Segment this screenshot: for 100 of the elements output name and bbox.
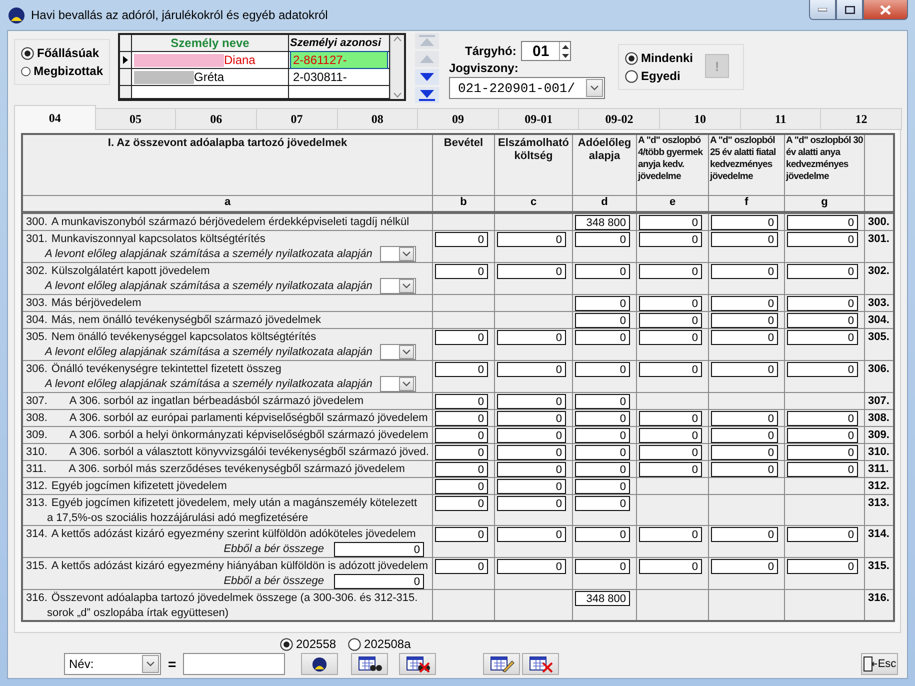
minimize-button[interactable] xyxy=(809,0,836,20)
amount-field[interactable]: 0 xyxy=(639,330,702,345)
last-record-icon-button[interactable] xyxy=(415,87,439,103)
tab[interactable]: 11 xyxy=(740,108,822,130)
next-record-icon-button[interactable] xyxy=(415,69,439,85)
close-button[interactable] xyxy=(863,0,908,20)
amount-field[interactable]: 0 xyxy=(711,296,778,311)
amount-field[interactable]: 0 xyxy=(639,313,702,328)
amount-field[interactable]: 0 xyxy=(639,264,702,279)
person-row[interactable]: Diana xyxy=(132,52,289,69)
amount-field[interactable]: 0 xyxy=(497,527,566,542)
amount-field[interactable]: 0 xyxy=(787,215,858,230)
amount-field[interactable]: 0 xyxy=(787,232,858,247)
tab[interactable]: 06 xyxy=(175,108,257,130)
amount-field[interactable]: 0 xyxy=(639,527,702,542)
clear-find-button[interactable] xyxy=(399,653,436,675)
amount-field[interactable]: 348 800 xyxy=(575,591,630,606)
amount-field[interactable]: 0 xyxy=(639,411,702,426)
amount-field[interactable]: 0 xyxy=(497,496,566,511)
amount-field[interactable]: 0 xyxy=(435,330,488,345)
amount-field[interactable]: 0 xyxy=(435,559,488,574)
amount-field[interactable]: 0 xyxy=(711,559,778,574)
amount-field[interactable]: 0 xyxy=(497,479,566,494)
field-dropdown[interactable]: Név: xyxy=(64,653,161,675)
amount-field[interactable]: 0 xyxy=(711,462,778,477)
amount-field[interactable]: 0 xyxy=(711,264,778,279)
amount-field[interactable]: 0 xyxy=(334,542,424,557)
amount-field[interactable]: 0 xyxy=(711,232,778,247)
amount-field[interactable]: 0 xyxy=(575,330,630,345)
tab[interactable]: 10 xyxy=(659,108,741,130)
radio-button[interactable] xyxy=(625,52,638,64)
amount-field[interactable]: 0 xyxy=(639,428,702,443)
amount-field[interactable]: 0 xyxy=(435,496,488,511)
period-spinner[interactable]: 01 xyxy=(521,41,572,61)
amount-field[interactable]: 0 xyxy=(711,445,778,460)
amount-field[interactable]: 0 xyxy=(497,394,566,409)
amount-field[interactable]: 0 xyxy=(787,462,858,477)
amount-field[interactable]: 0 xyxy=(787,330,858,345)
amount-field[interactable]: 0 xyxy=(575,232,630,247)
radio-button[interactable] xyxy=(280,638,293,650)
amount-field[interactable]: 0 xyxy=(575,479,630,494)
amount-field[interactable]: 0 xyxy=(711,313,778,328)
amount-field[interactable]: 0 xyxy=(435,264,488,279)
amount-field[interactable]: 0 xyxy=(711,527,778,542)
search-field[interactable] xyxy=(183,653,286,675)
amount-field[interactable]: 0 xyxy=(497,411,566,426)
amount-field[interactable]: 0 xyxy=(787,527,858,542)
scrollbar[interactable] xyxy=(390,35,404,99)
relation-dropdown[interactable]: 021-220901-001/ xyxy=(449,77,605,99)
exit-button[interactable]: Esc xyxy=(861,653,898,675)
amount-field[interactable]: 0 xyxy=(435,445,488,460)
amount-field[interactable]: 0 xyxy=(639,232,702,247)
amount-field[interactable]: 0 xyxy=(435,527,488,542)
tab[interactable]: 04 xyxy=(14,105,96,130)
amount-field[interactable]: 0 xyxy=(575,313,630,328)
amount-field[interactable]: 0 xyxy=(787,362,858,377)
delete-button[interactable] xyxy=(522,653,560,675)
amount-field[interactable]: 0 xyxy=(711,330,778,345)
tab[interactable]: 08 xyxy=(336,108,418,130)
radio-button[interactable] xyxy=(21,64,31,78)
amount-field[interactable]: 0 xyxy=(497,559,566,574)
amount-field[interactable]: 0 xyxy=(435,462,488,477)
amount-field[interactable]: 0 xyxy=(787,296,858,311)
amount-field[interactable]: 0 xyxy=(497,462,566,477)
amount-field[interactable]: 0 xyxy=(575,264,630,279)
declaration-dropdown[interactable] xyxy=(380,278,416,294)
amount-field[interactable]: 0 xyxy=(711,362,778,377)
find-button[interactable] xyxy=(351,653,388,675)
amount-field[interactable]: 0 xyxy=(787,411,858,426)
amount-field[interactable]: 0 xyxy=(497,232,566,247)
amount-field[interactable]: 0 xyxy=(435,411,488,426)
amount-field[interactable]: 0 xyxy=(711,215,778,230)
tab[interactable]: 05 xyxy=(94,108,176,130)
tab[interactable]: 12 xyxy=(820,108,902,130)
logo-button[interactable] xyxy=(301,653,338,675)
amount-field[interactable]: 0 xyxy=(435,479,488,494)
tab[interactable]: 09-02 xyxy=(578,108,660,130)
amount-field[interactable]: 0 xyxy=(435,362,488,377)
tab[interactable]: 09 xyxy=(417,108,499,130)
radio-button[interactable] xyxy=(625,70,638,82)
amount-field[interactable]: 0 xyxy=(575,362,630,377)
amount-field[interactable]: 0 xyxy=(575,445,630,460)
amount-field[interactable]: 0 xyxy=(575,559,630,574)
amount-field[interactable]: 0 xyxy=(639,462,702,477)
radio-button[interactable] xyxy=(21,46,34,60)
amount-field[interactable]: 0 xyxy=(435,428,488,443)
amount-field[interactable]: 0 xyxy=(711,411,778,426)
amount-field[interactable]: 0 xyxy=(575,296,630,311)
amount-field[interactable]: 0 xyxy=(575,527,630,542)
amount-field[interactable]: 0 xyxy=(575,496,630,511)
amount-field[interactable]: 0 xyxy=(435,232,488,247)
amount-field[interactable]: 0 xyxy=(497,362,566,377)
amount-field[interactable]: 0 xyxy=(639,445,702,460)
amount-field[interactable]: 0 xyxy=(787,445,858,460)
maximize-button[interactable] xyxy=(836,0,863,20)
amount-field[interactable]: 0 xyxy=(497,330,566,345)
amount-field[interactable]: 0 xyxy=(639,215,702,230)
amount-field[interactable]: 0 xyxy=(497,445,566,460)
amount-field[interactable]: 0 xyxy=(435,394,488,409)
amount-field[interactable]: 348 800 xyxy=(575,215,630,230)
